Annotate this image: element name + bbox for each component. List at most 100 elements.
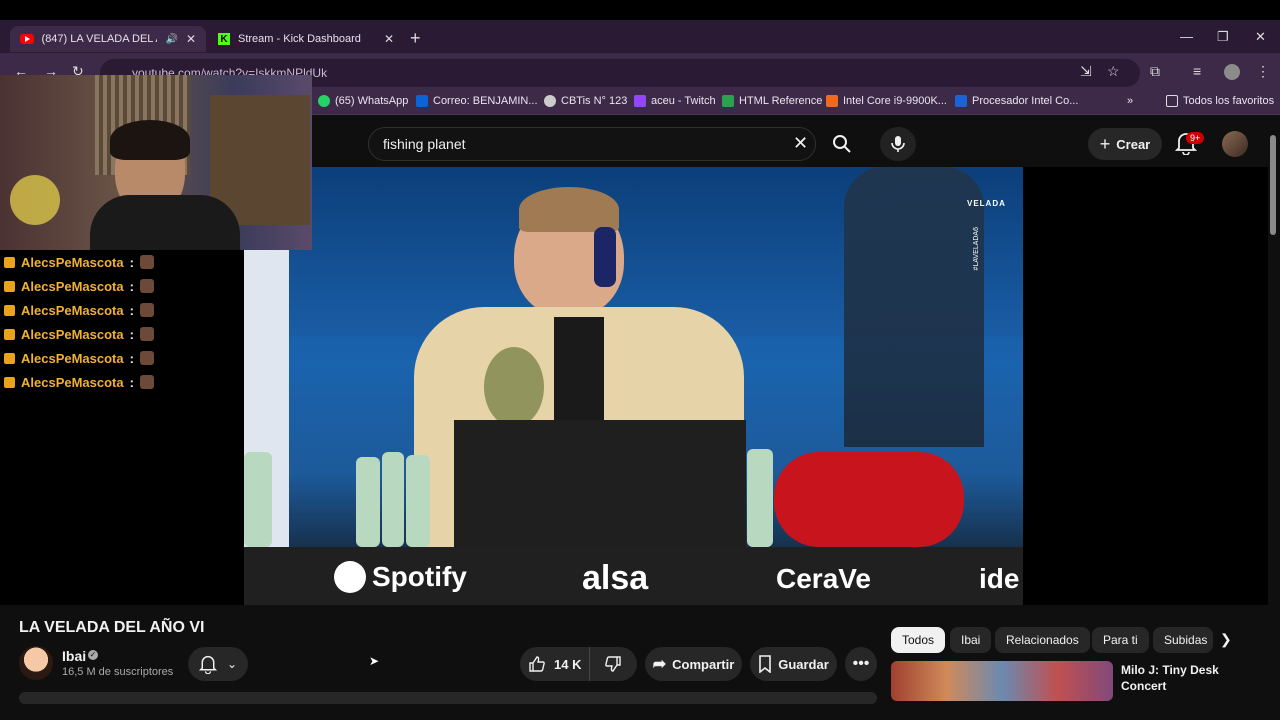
channel-name[interactable]: Ibai xyxy=(62,648,86,664)
speaker-icon[interactable]: 🔊 xyxy=(165,34,177,45)
person-background xyxy=(844,167,984,447)
cat-emote-icon xyxy=(139,327,154,341)
tab-kick-label: Stream - Kick Dashboard xyxy=(238,33,361,45)
bookmark-label: HTML Reference xyxy=(739,95,823,107)
headset xyxy=(594,227,616,287)
chip-subidas[interactable]: Subidas xyxy=(1153,627,1213,653)
chip-para-ti[interactable]: Para ti xyxy=(1092,627,1149,653)
bookmark-icon xyxy=(759,655,772,673)
share-label: Compartir xyxy=(672,656,735,672)
water-bottle xyxy=(356,457,380,547)
bookmark-label: (65) WhatsApp xyxy=(335,95,409,107)
youtube-favicon-icon xyxy=(20,34,34,44)
sub-badge-icon xyxy=(4,256,15,268)
bell-icon xyxy=(198,655,217,674)
window-close-icon[interactable]: ✕ xyxy=(1255,29,1266,45)
chip-ibai[interactable]: Ibai xyxy=(950,627,992,653)
cat-emote-icon xyxy=(139,255,154,269)
water-bottle xyxy=(406,455,430,547)
chat-username: AlecsPeMascota xyxy=(21,254,124,270)
dislike-button[interactable] xyxy=(590,647,636,681)
subscriber-count: 16,5 M de suscriptores xyxy=(62,666,174,678)
chat-overlay: AlecsPeMascota: AlecsPeMascota: AlecsPeM… xyxy=(0,250,244,605)
top-black-bar xyxy=(0,0,1280,20)
clear-search-icon[interactable]: ✕ xyxy=(793,133,808,154)
bookmark-item[interactable]: Intel Core i9-9900K... xyxy=(826,95,947,107)
globe-icon xyxy=(544,95,556,107)
chat-separator: : xyxy=(129,374,134,390)
channel-avatar[interactable] xyxy=(19,646,53,680)
search-button[interactable] xyxy=(816,127,868,161)
microphone-icon xyxy=(891,136,905,152)
streamer-hand xyxy=(10,175,60,225)
folder-icon xyxy=(1166,95,1178,107)
chip-todos[interactable]: Todos xyxy=(891,627,946,653)
profile-avatar[interactable] xyxy=(1224,64,1240,80)
description-box[interactable] xyxy=(19,692,877,704)
chat-message: AlecsPeMascota: xyxy=(0,274,244,298)
sub-badge-icon xyxy=(4,352,15,364)
water-bottle xyxy=(244,452,272,547)
all-bookmarks-label: Todos los favoritos xyxy=(1183,95,1275,107)
create-label: Crear xyxy=(1116,136,1151,152)
mail-icon xyxy=(416,95,428,107)
recommendation-title[interactable]: Milo J: Tiny Desk Concert xyxy=(1121,662,1261,694)
scrollbar-thumb[interactable] xyxy=(1270,135,1276,235)
share-button[interactable]: ➦ Compartir xyxy=(645,647,742,681)
tab-close-icon[interactable]: ✕ xyxy=(384,32,394,46)
intel-icon xyxy=(955,95,967,107)
spotify-icon xyxy=(334,561,366,593)
tab-youtube[interactable]: (847) LA VELADA DEL AÑO 🔊 ✕ xyxy=(10,26,206,52)
cerave-logo: CeraVe xyxy=(776,563,871,594)
all-bookmarks[interactable]: Todos los favoritos xyxy=(1166,95,1274,107)
minimize-icon[interactable]: — xyxy=(1180,29,1193,44)
chat-message: AlecsPeMascota: xyxy=(0,322,244,346)
save-label: Guardar xyxy=(778,656,829,672)
hashtag-overlay: #LAVELADA6 xyxy=(973,227,980,271)
browser-menu-icon[interactable]: ⋮ xyxy=(1256,63,1270,80)
account-avatar[interactable] xyxy=(1222,131,1248,157)
alsa-logo: alsa xyxy=(582,559,649,597)
like-button[interactable]: 14 K xyxy=(520,647,591,681)
restore-icon[interactable]: ❐ xyxy=(1217,29,1229,45)
media-control-icon[interactable]: ≡ xyxy=(1193,63,1201,79)
streamer-body xyxy=(90,195,240,250)
recommendation-thumbnail[interactable] xyxy=(891,661,1113,701)
amazon-icon xyxy=(826,95,838,107)
voice-search-button[interactable] xyxy=(880,127,916,161)
tab-kick[interactable]: K Stream - Kick Dashboard ✕ xyxy=(208,26,404,52)
tab-close-icon[interactable]: ✕ xyxy=(186,32,196,46)
bookmark-item[interactable]: HTML Reference xyxy=(722,95,822,107)
bookmark-label: Procesador Intel Co... xyxy=(972,95,1079,107)
chat-separator: : xyxy=(129,278,134,294)
chevron-down-icon: ⌄ xyxy=(226,657,238,671)
bookmark-item[interactable]: (65) WhatsApp xyxy=(318,95,408,107)
bookmark-label: CBTis N° 123 xyxy=(561,95,628,107)
save-button[interactable]: Guardar xyxy=(750,647,837,681)
extensions-icon[interactable]: ⧉ xyxy=(1150,63,1160,80)
chevron-right-icon[interactable]: ❯ xyxy=(1220,631,1232,648)
twitch-icon xyxy=(634,95,646,107)
chip-relacionados[interactable]: Relacionados xyxy=(995,627,1090,653)
sub-badge-icon xyxy=(4,280,15,292)
bookmark-item[interactable]: aceu - Twitch xyxy=(634,95,716,107)
search-icon xyxy=(833,135,851,153)
chat-username: AlecsPeMascota xyxy=(21,350,124,366)
create-button[interactable]: + Crear xyxy=(1088,128,1162,160)
cat-emote-icon xyxy=(139,303,154,317)
more-bookmarks-icon[interactable]: » xyxy=(1127,95,1133,107)
install-app-icon[interactable]: ⇲ xyxy=(1080,63,1092,80)
search-input[interactable]: fishing planet xyxy=(368,127,816,161)
video-letterbox xyxy=(1023,167,1268,605)
bookmark-star-icon[interactable]: ☆ xyxy=(1107,63,1120,80)
bookmark-item[interactable]: Procesador Intel Co... xyxy=(955,95,1078,107)
video-player[interactable]: Spotify alsa CeraVe ide VELADA #LAVELADA… xyxy=(244,167,1023,605)
new-tab-icon[interactable]: + xyxy=(410,28,421,49)
chat-separator: : xyxy=(129,326,134,342)
chat-username: AlecsPeMascota xyxy=(21,326,124,342)
bookmark-item[interactable]: CBTis N° 123 xyxy=(544,95,627,107)
bookmark-item[interactable]: Correo: BENJAMIN... xyxy=(416,95,538,107)
chat-separator: : xyxy=(129,302,134,318)
subscription-bell-button[interactable]: ⌄ xyxy=(188,647,248,681)
more-actions-icon[interactable]: ••• xyxy=(845,647,877,681)
